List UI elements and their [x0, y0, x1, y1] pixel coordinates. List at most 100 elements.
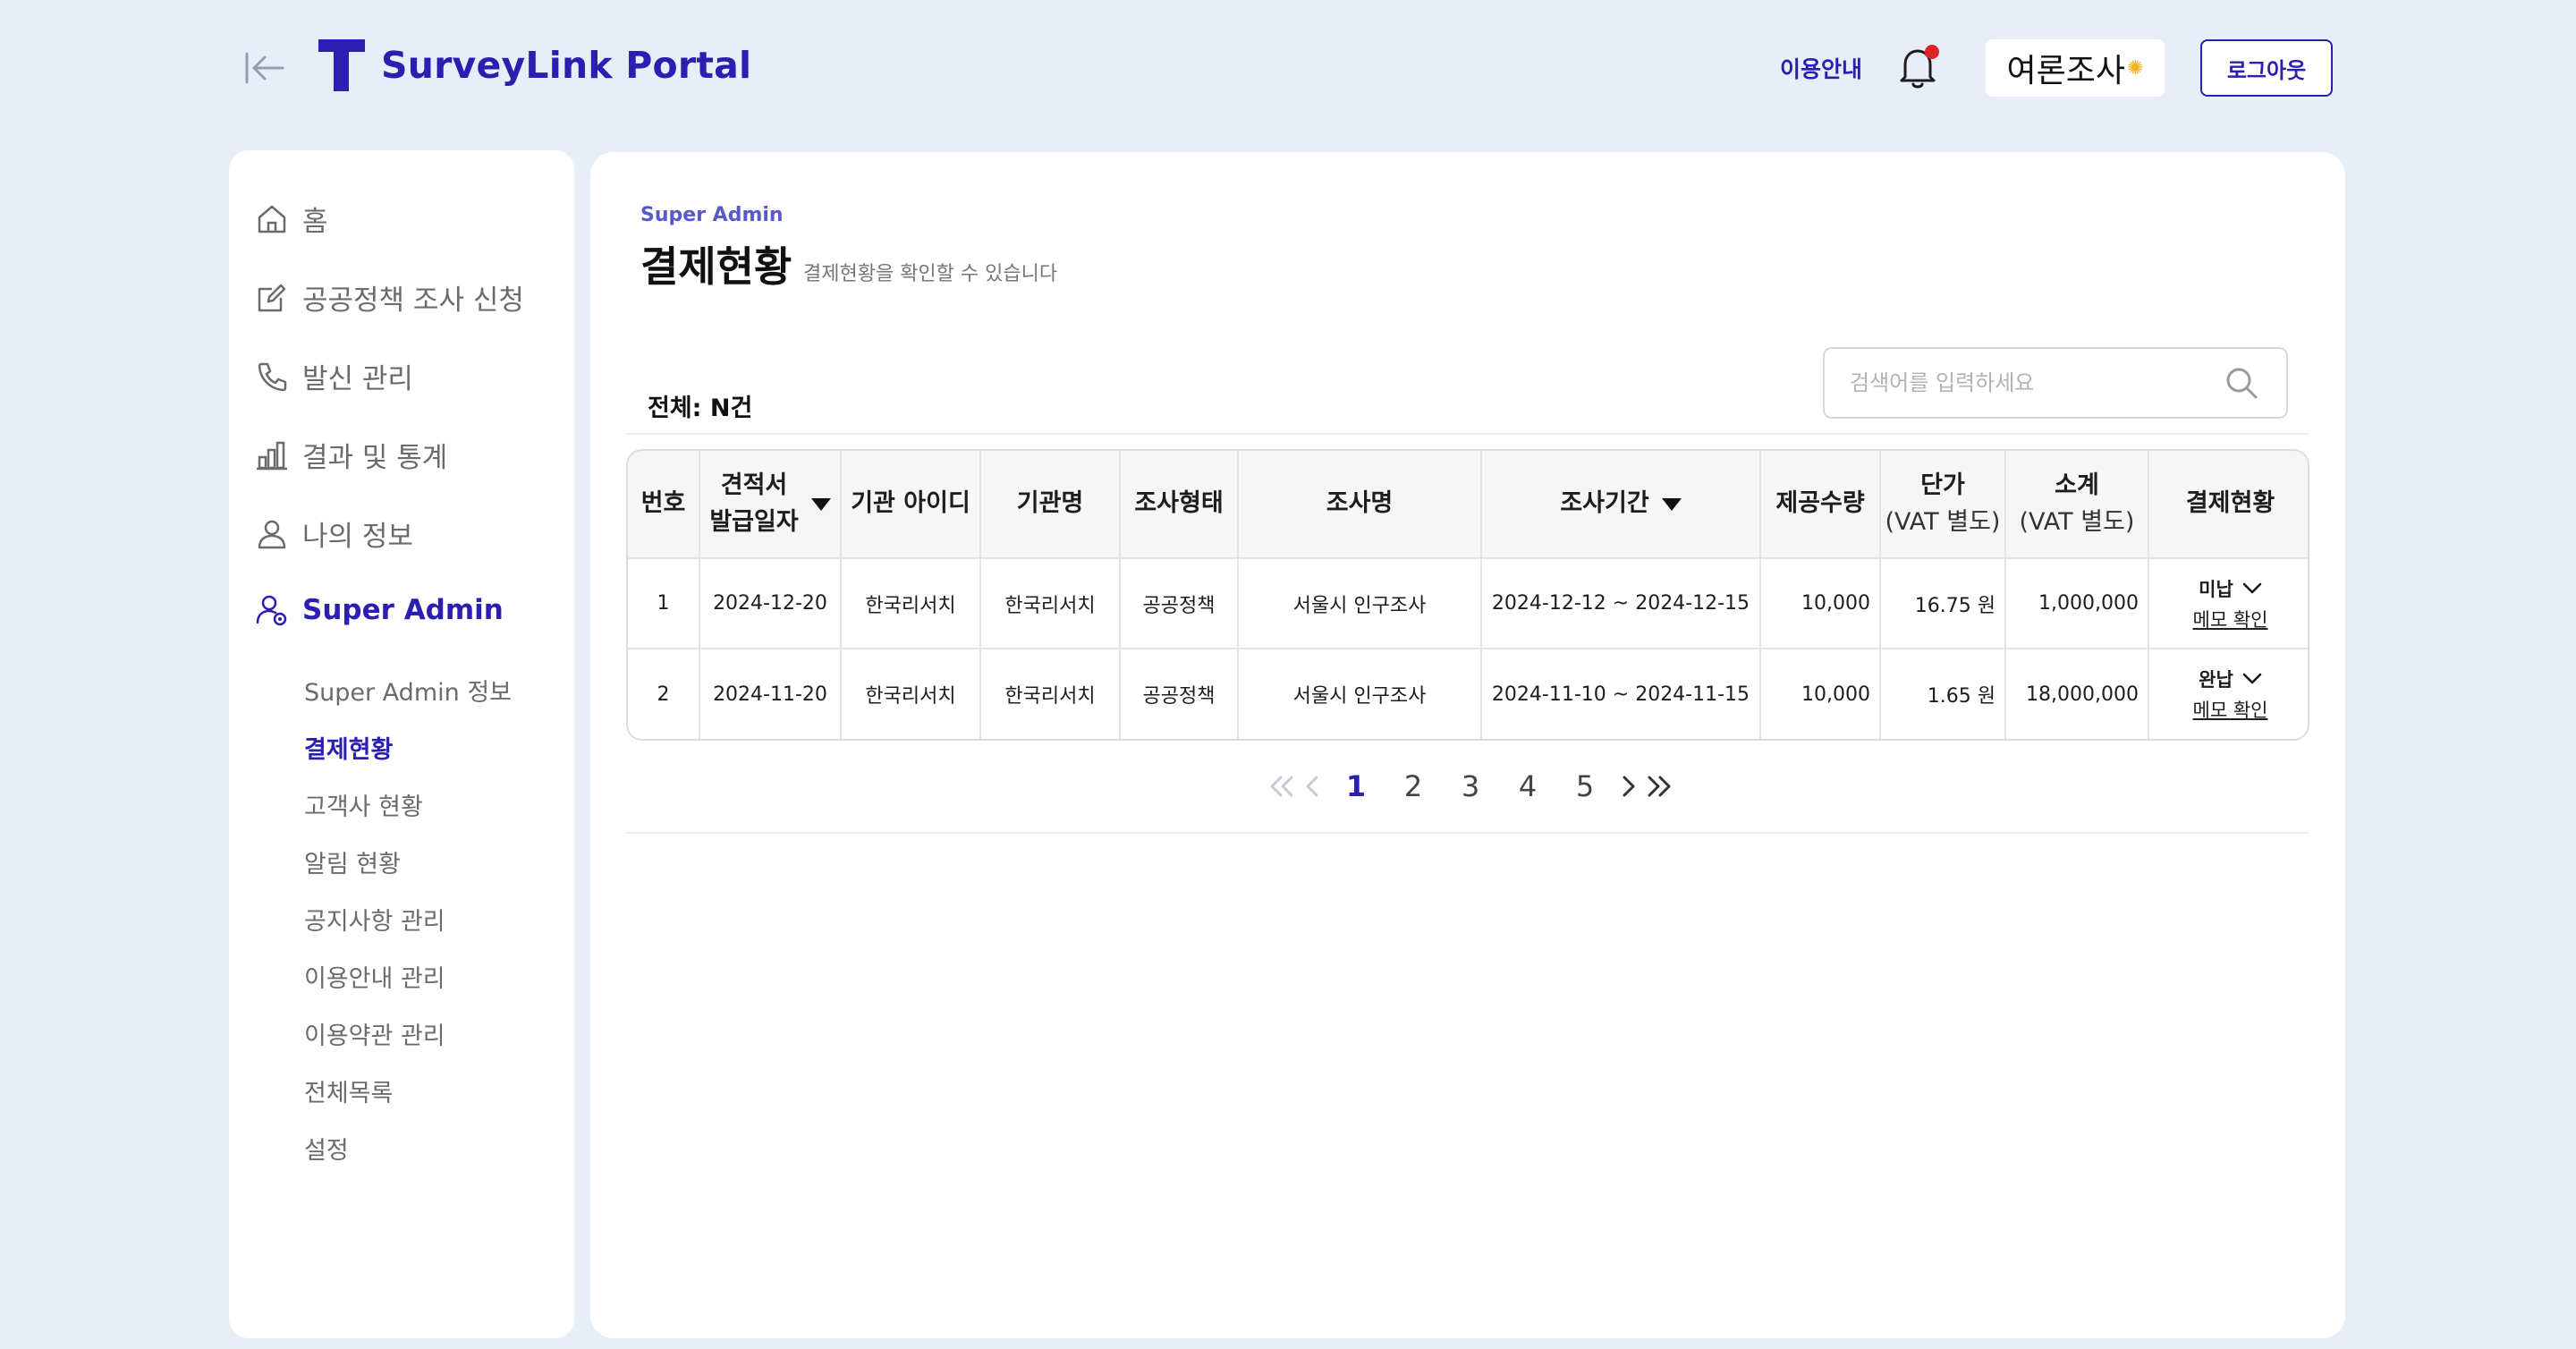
- sidebar-item-label: 발신 관리: [302, 363, 413, 395]
- sidebar-item-policy-survey[interactable]: 공공정책 조사 신청: [254, 277, 524, 318]
- sub-item-guide-management[interactable]: 이용안내 관리: [304, 959, 445, 994]
- payment-status-value: 완납: [2199, 669, 2233, 691]
- collapse-sidebar-icon[interactable]: [240, 47, 290, 89]
- logout-button[interactable]: 로그아웃: [2200, 39, 2333, 97]
- partner-logo-text: 여론조사: [2006, 53, 2126, 89]
- first-page-icon[interactable]: [1268, 768, 1295, 804]
- header-subtotal-line1: 소계: [2055, 471, 2099, 499]
- cell-org-name: 한국리서치: [980, 558, 1121, 649]
- cell-no: 1: [628, 558, 700, 649]
- sub-item-notice-management[interactable]: 공지사항 관리: [304, 902, 445, 937]
- cell-survey-type: 공공정책: [1120, 558, 1239, 649]
- sidebar-item-my-info[interactable]: 나의 정보: [254, 513, 413, 554]
- top-header: SurveyLink Portal 이용안내 여론조사 ✺ 로그아웃: [0, 0, 2576, 134]
- chevron-down-icon: [2242, 582, 2262, 593]
- header-no: 번호: [628, 451, 700, 559]
- header-unit-price-line1: 단가: [1920, 471, 1965, 499]
- cell-issue-date: 2024-11-20: [699, 649, 842, 739]
- header-org-name: 기관명: [980, 451, 1121, 559]
- total-count: 전체: N건: [648, 395, 753, 422]
- logo-mark-icon: [318, 39, 365, 91]
- header-issue-date-line2: 발급일자: [709, 507, 799, 536]
- sort-down-icon[interactable]: [810, 497, 831, 511]
- header-unit-price: 단가 (VAT 별도): [1880, 451, 2006, 559]
- guide-link[interactable]: 이용안내: [1780, 52, 1862, 84]
- sidebar-item-label: 홈: [302, 206, 328, 238]
- cell-subtotal: 1,000,000: [2005, 558, 2149, 649]
- cell-survey-period: 2024-12-12 ~ 2024-12-15: [1481, 558, 1761, 649]
- page-number[interactable]: 5: [1558, 769, 1612, 803]
- cell-payment-status: 완납 메모 확인: [2148, 649, 2308, 739]
- cell-quantity: 10,000: [1760, 558, 1881, 649]
- header-subtotal-line2: (VAT 별도): [2019, 507, 2135, 536]
- sub-item-terms-management[interactable]: 이용약관 관리: [304, 1016, 445, 1051]
- breadcrumb[interactable]: Super Admin: [640, 204, 784, 226]
- last-page-icon[interactable]: [1646, 768, 1673, 804]
- app-title: SurveyLink Portal: [381, 44, 752, 87]
- sun-icon: ✺: [2127, 56, 2144, 80]
- sub-item-settings[interactable]: 설정: [304, 1131, 349, 1166]
- table-row: 2 2024-11-20 한국리서치 한국리서치 공공정책 서울시 인구조사 2…: [628, 649, 2308, 739]
- cell-org-name: 한국리서치: [980, 649, 1121, 739]
- header-unit-price-line2: (VAT 별도): [1885, 507, 2001, 536]
- user-icon: [258, 520, 286, 548]
- cell-unit-price: 1.65 원: [1880, 649, 2006, 739]
- cell-no: 2: [628, 649, 700, 739]
- divider: [626, 433, 2309, 435]
- table-header-row: 번호 견적서 발급일자 기관 아이디 기관명 조사형태 조사명 조사기간 제공수…: [628, 451, 2308, 559]
- cell-payment-status: 미납 메모 확인: [2148, 558, 2308, 649]
- prev-page-icon[interactable]: [1299, 768, 1326, 804]
- next-page-icon[interactable]: [1615, 768, 1642, 804]
- sidebar-item-label: 결과 및 통계: [302, 442, 448, 474]
- page-subtitle: 결제현황을 확인할 수 있습니다: [803, 263, 1058, 285]
- sub-item-customers[interactable]: 고객사 현황: [304, 787, 423, 822]
- page-number[interactable]: 1: [1329, 769, 1383, 803]
- search-input[interactable]: [1850, 370, 2222, 395]
- sub-item-payment-status[interactable]: 결제현황: [304, 730, 393, 765]
- header-org-id: 기관 아이디: [841, 451, 981, 559]
- notification-bell-icon[interactable]: [1894, 43, 1941, 93]
- header-subtotal: 소계 (VAT 별도): [2005, 451, 2149, 559]
- divider: [626, 832, 2309, 834]
- header-survey-period[interactable]: 조사기간: [1481, 451, 1761, 559]
- sub-item-notifications[interactable]: 알림 현황: [304, 844, 401, 879]
- sidebar-item-label: Super Admin: [302, 594, 504, 626]
- pagination: 1 2 3 4 5: [1268, 764, 1673, 809]
- cell-survey-name: 서울시 인구조사: [1238, 558, 1482, 649]
- cell-quantity: 10,000: [1760, 649, 1881, 739]
- search-icon[interactable]: [2222, 363, 2261, 403]
- memo-link[interactable]: 메모 확인: [2193, 606, 2268, 632]
- header-quantity: 제공수량: [1760, 451, 1881, 559]
- admin-user-icon: [256, 595, 287, 626]
- bar-chart-icon: [257, 441, 287, 470]
- sidebar-item-dispatch[interactable]: 발신 관리: [254, 356, 413, 396]
- page-number[interactable]: 3: [1444, 769, 1497, 803]
- sub-item-super-admin-info[interactable]: Super Admin 정보: [304, 673, 512, 708]
- sidebar-item-label: 나의 정보: [302, 521, 413, 553]
- payment-status-dropdown[interactable]: 미납: [2199, 575, 2262, 602]
- header-survey-name: 조사명: [1238, 451, 1482, 559]
- app-logo[interactable]: SurveyLink Portal: [318, 39, 751, 91]
- cell-issue-date: 2024-12-20: [699, 558, 842, 649]
- page-number[interactable]: 2: [1386, 769, 1440, 803]
- payment-status-dropdown[interactable]: 완납: [2199, 666, 2262, 692]
- sidebar-item-super-admin[interactable]: Super Admin: [254, 592, 504, 628]
- page-title: 결제현황: [640, 242, 792, 291]
- page-number[interactable]: 4: [1501, 769, 1555, 803]
- table-row: 1 2024-12-20 한국리서치 한국리서치 공공정책 서울시 인구조사 2…: [628, 558, 2308, 649]
- memo-link[interactable]: 메모 확인: [2193, 696, 2268, 723]
- sub-item-all-list[interactable]: 전체목록: [304, 1073, 393, 1108]
- cell-org-id: 한국리서치: [841, 558, 981, 649]
- header-issue-date-line1: 견적서: [720, 471, 788, 499]
- chevron-down-icon: [2242, 673, 2262, 684]
- header-payment-status: 결제현황: [2148, 451, 2308, 559]
- cell-survey-name: 서울시 인구조사: [1238, 649, 1482, 739]
- sidebar-item-home[interactable]: 홈: [254, 199, 328, 239]
- header-survey-period-label: 조사기간: [1560, 489, 1649, 518]
- sidebar: 홈 공공정책 조사 신청 발신 관리 결과 및 통계 나의 정보 Super A…: [229, 150, 574, 1338]
- sidebar-item-results[interactable]: 결과 및 통계: [254, 435, 447, 475]
- sort-down-icon[interactable]: [1661, 497, 1682, 511]
- header-issue-date[interactable]: 견적서발급일자: [699, 451, 842, 559]
- header-survey-type: 조사형태: [1120, 451, 1239, 559]
- payment-status-value: 미납: [2199, 578, 2233, 600]
